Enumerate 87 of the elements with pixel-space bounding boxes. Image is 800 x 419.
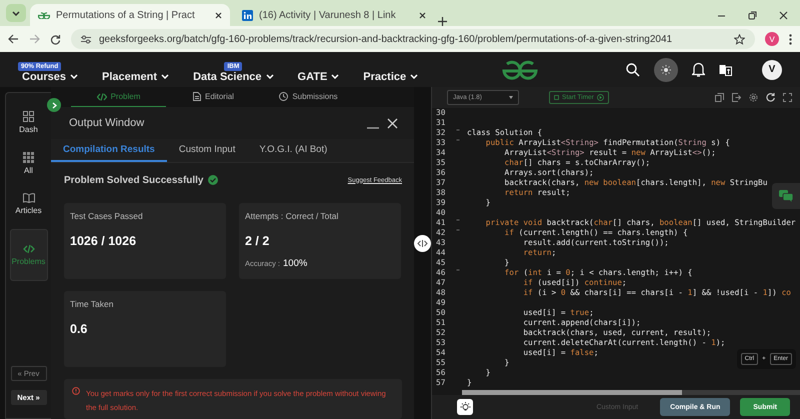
chevron-right-icon: [52, 102, 56, 108]
sun-icon: [661, 64, 671, 74]
browser-tab[interactable]: Permutations of a String | Pract: [30, 4, 230, 26]
close-icon: [419, 12, 426, 18]
new-tab-icon: [438, 17, 447, 26]
export-icon: [732, 93, 741, 102]
problem-tab[interactable]: Editorial: [166, 87, 261, 108]
card-label: Attempts : Correct / Total: [245, 211, 340, 221]
code-icon: [22, 244, 34, 254]
chevron-down-icon: [331, 74, 340, 79]
clock-icon: [279, 92, 288, 102]
settings-icon: [749, 93, 758, 102]
nav-menu[interactable]: Practice: [363, 54, 418, 84]
fold-icon: [456, 268, 460, 272]
code-icon: [96, 92, 107, 101]
close-icon: [779, 11, 788, 20]
chevron-down-icon: [70, 74, 78, 79]
fullscreen-icon: [783, 93, 792, 102]
gfg-logo-icon: [38, 12, 50, 18]
grid-icon: [23, 152, 34, 163]
translate-icon: [719, 64, 732, 76]
copy-icon: [715, 93, 724, 102]
reset-icon: [766, 93, 775, 102]
chat-icon: [779, 190, 793, 202]
output-tab[interactable]: Custom Input: [166, 139, 248, 162]
theme-toggle-button[interactable]: [654, 58, 678, 82]
star-icon: [734, 34, 745, 44]
check-circle-icon: [208, 175, 218, 185]
forward-icon: [29, 34, 40, 44]
profile-avatar[interactable]: V: [765, 32, 779, 46]
browser-tab[interactable]: (16) Activity | Varunesh 8 | Link: [234, 4, 434, 26]
fold-icon: [456, 128, 460, 132]
chevron-down-icon: [410, 74, 418, 79]
problem-tab[interactable]: Problem: [71, 87, 166, 108]
output-tab[interactable]: Compilation Results: [51, 139, 167, 162]
restore-icon: [748, 11, 757, 20]
sidebar-item[interactable]: Problems: [10, 229, 48, 281]
linkedin-icon: [242, 10, 253, 20]
status-message: Problem Solved Successfully: [64, 174, 204, 186]
document-icon: [193, 92, 202, 102]
chat-button[interactable]: [772, 183, 800, 209]
user-avatar[interactable]: V: [762, 60, 782, 80]
book-icon: [22, 193, 34, 203]
reload-icon: [50, 34, 61, 44]
back-icon: [8, 34, 19, 44]
url-text: geeksforgeeks.org/batch/gfg-160-problems/track/recursion-and-backtracking-gfg-160/problem/permutations-of-a-given-string2041: [99, 34, 674, 44]
accuracy-value: 100%: [283, 258, 308, 269]
dashboard-icon: [23, 111, 34, 122]
close-icon: [387, 118, 398, 129]
fold-icon: [456, 218, 460, 222]
code-editor[interactable]: [432, 108, 800, 395]
window-title: Output Window: [69, 117, 146, 130]
problem-tab[interactable]: Submissions: [261, 87, 356, 108]
site-settings-icon: [81, 34, 91, 44]
play-icon: [596, 94, 604, 101]
hint-button[interactable]: [457, 399, 473, 415]
chevron-down-icon: [266, 74, 274, 79]
resize-handle[interactable]: [414, 235, 431, 252]
info-icon: [72, 387, 80, 395]
sidebar-item[interactable]: All: [10, 148, 48, 179]
sidebar-item[interactable]: Articles: [10, 189, 48, 219]
card-label: Time Taken: [70, 299, 114, 309]
fold-icon: [456, 228, 460, 232]
scrollbar[interactable]: [462, 390, 800, 395]
lightbulb-icon: [460, 402, 470, 412]
card-label: Test Cases Passed: [70, 211, 144, 221]
close-icon: [215, 12, 222, 18]
output-tab[interactable]: Y.O.G.I. (AI Bot): [247, 139, 340, 162]
bell-icon: [692, 62, 705, 77]
sidebar-item[interactable]: Dash: [10, 107, 48, 138]
chevron-down-icon: [161, 74, 170, 79]
nav-menu[interactable]: GATE: [298, 54, 340, 84]
card-value: 1026 / 1026: [70, 234, 138, 248]
caret-icon: [509, 96, 513, 99]
card-value: 2 / 2: [245, 234, 270, 248]
resize-arrows-icon: [417, 240, 428, 247]
fold-icon: [456, 138, 460, 142]
timer-icon: [554, 95, 559, 100]
nav-menu[interactable]: Placement: [102, 54, 170, 84]
minimize-icon: [367, 127, 379, 130]
card-value: 0.6: [70, 322, 88, 336]
address-bar[interactable]: geeksforgeeks.org/batch/gfg-160-problems/track/recursion-and-backtracking-gfg-160/problem/permutations-of-a-given-string2041: [71, 29, 755, 49]
chevron-down-icon: [12, 10, 20, 16]
tab-search-button[interactable]: [6, 4, 26, 22]
search-icon: [626, 62, 640, 76]
more-icon: [789, 34, 792, 44]
gfg-logo-icon: [502, 60, 538, 80]
